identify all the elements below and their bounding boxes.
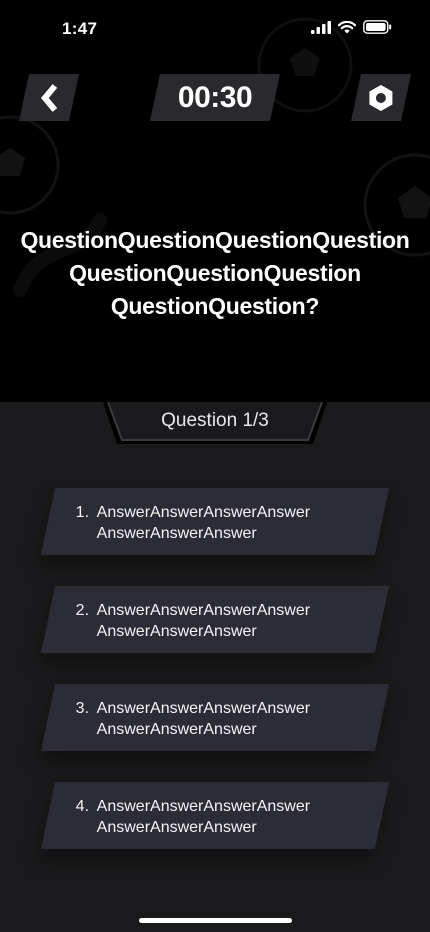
- home-indicator[interactable]: [139, 918, 292, 923]
- answer-line: AnswerAnswerAnswer: [96, 721, 257, 738]
- status-time: 1:47: [62, 19, 98, 38]
- timer: 00:30: [150, 74, 280, 121]
- answer-option-3[interactable]: 3. AnswerAnswerAnswerAnswer AnswerAnswer…: [40, 684, 390, 751]
- question-line: QuestionQuestionQuestionQuestion: [20, 227, 410, 253]
- answer-line: AnswerAnswerAnswerAnswer: [96, 798, 311, 815]
- hexagon-gear-icon: [369, 84, 393, 111]
- answer-line: AnswerAnswerAnswerAnswer: [96, 700, 311, 717]
- answer-number: 2.: [75, 602, 90, 619]
- question-counter: Question 1/3: [161, 410, 269, 431]
- answer-number: 1.: [75, 504, 90, 521]
- question-text: QuestionQuestionQuestionQuestion Questio…: [0, 224, 430, 323]
- answer-option-2[interactable]: 2. AnswerAnswerAnswerAnswer AnswerAnswer…: [40, 586, 390, 653]
- wifi-icon: [338, 20, 356, 33]
- answer-option-1[interactable]: 1. AnswerAnswerAnswerAnswer AnswerAnswer…: [40, 488, 390, 555]
- answer-number: 4.: [75, 798, 90, 815]
- answer-line: AnswerAnswerAnswer: [96, 623, 257, 640]
- signal-icon: [311, 20, 331, 34]
- answer-line: AnswerAnswerAnswer: [96, 819, 257, 836]
- status-bar: 1:47: [0, 0, 430, 58]
- chevron-left-icon: [41, 83, 58, 112]
- question-line: QuestionQuestion?: [110, 293, 320, 319]
- question-panel: 1:47 00:30 QuestionQuestionQuestionQuest…: [0, 0, 430, 402]
- answer-line: AnswerAnswerAnswer: [96, 525, 257, 542]
- timer-text: 00:30: [177, 80, 253, 114]
- answer-number: 3.: [75, 700, 90, 717]
- status-icons: [311, 20, 392, 34]
- settings-button[interactable]: [351, 74, 411, 121]
- answer-line: AnswerAnswerAnswerAnswer: [96, 602, 311, 619]
- back-button[interactable]: [19, 74, 79, 121]
- question-line: QuestionQuestionQuestion: [69, 260, 361, 286]
- battery-icon: [363, 20, 392, 34]
- answer-option-4[interactable]: 4. AnswerAnswerAnswerAnswer AnswerAnswer…: [40, 782, 390, 849]
- answer-line: AnswerAnswerAnswerAnswer: [96, 504, 311, 521]
